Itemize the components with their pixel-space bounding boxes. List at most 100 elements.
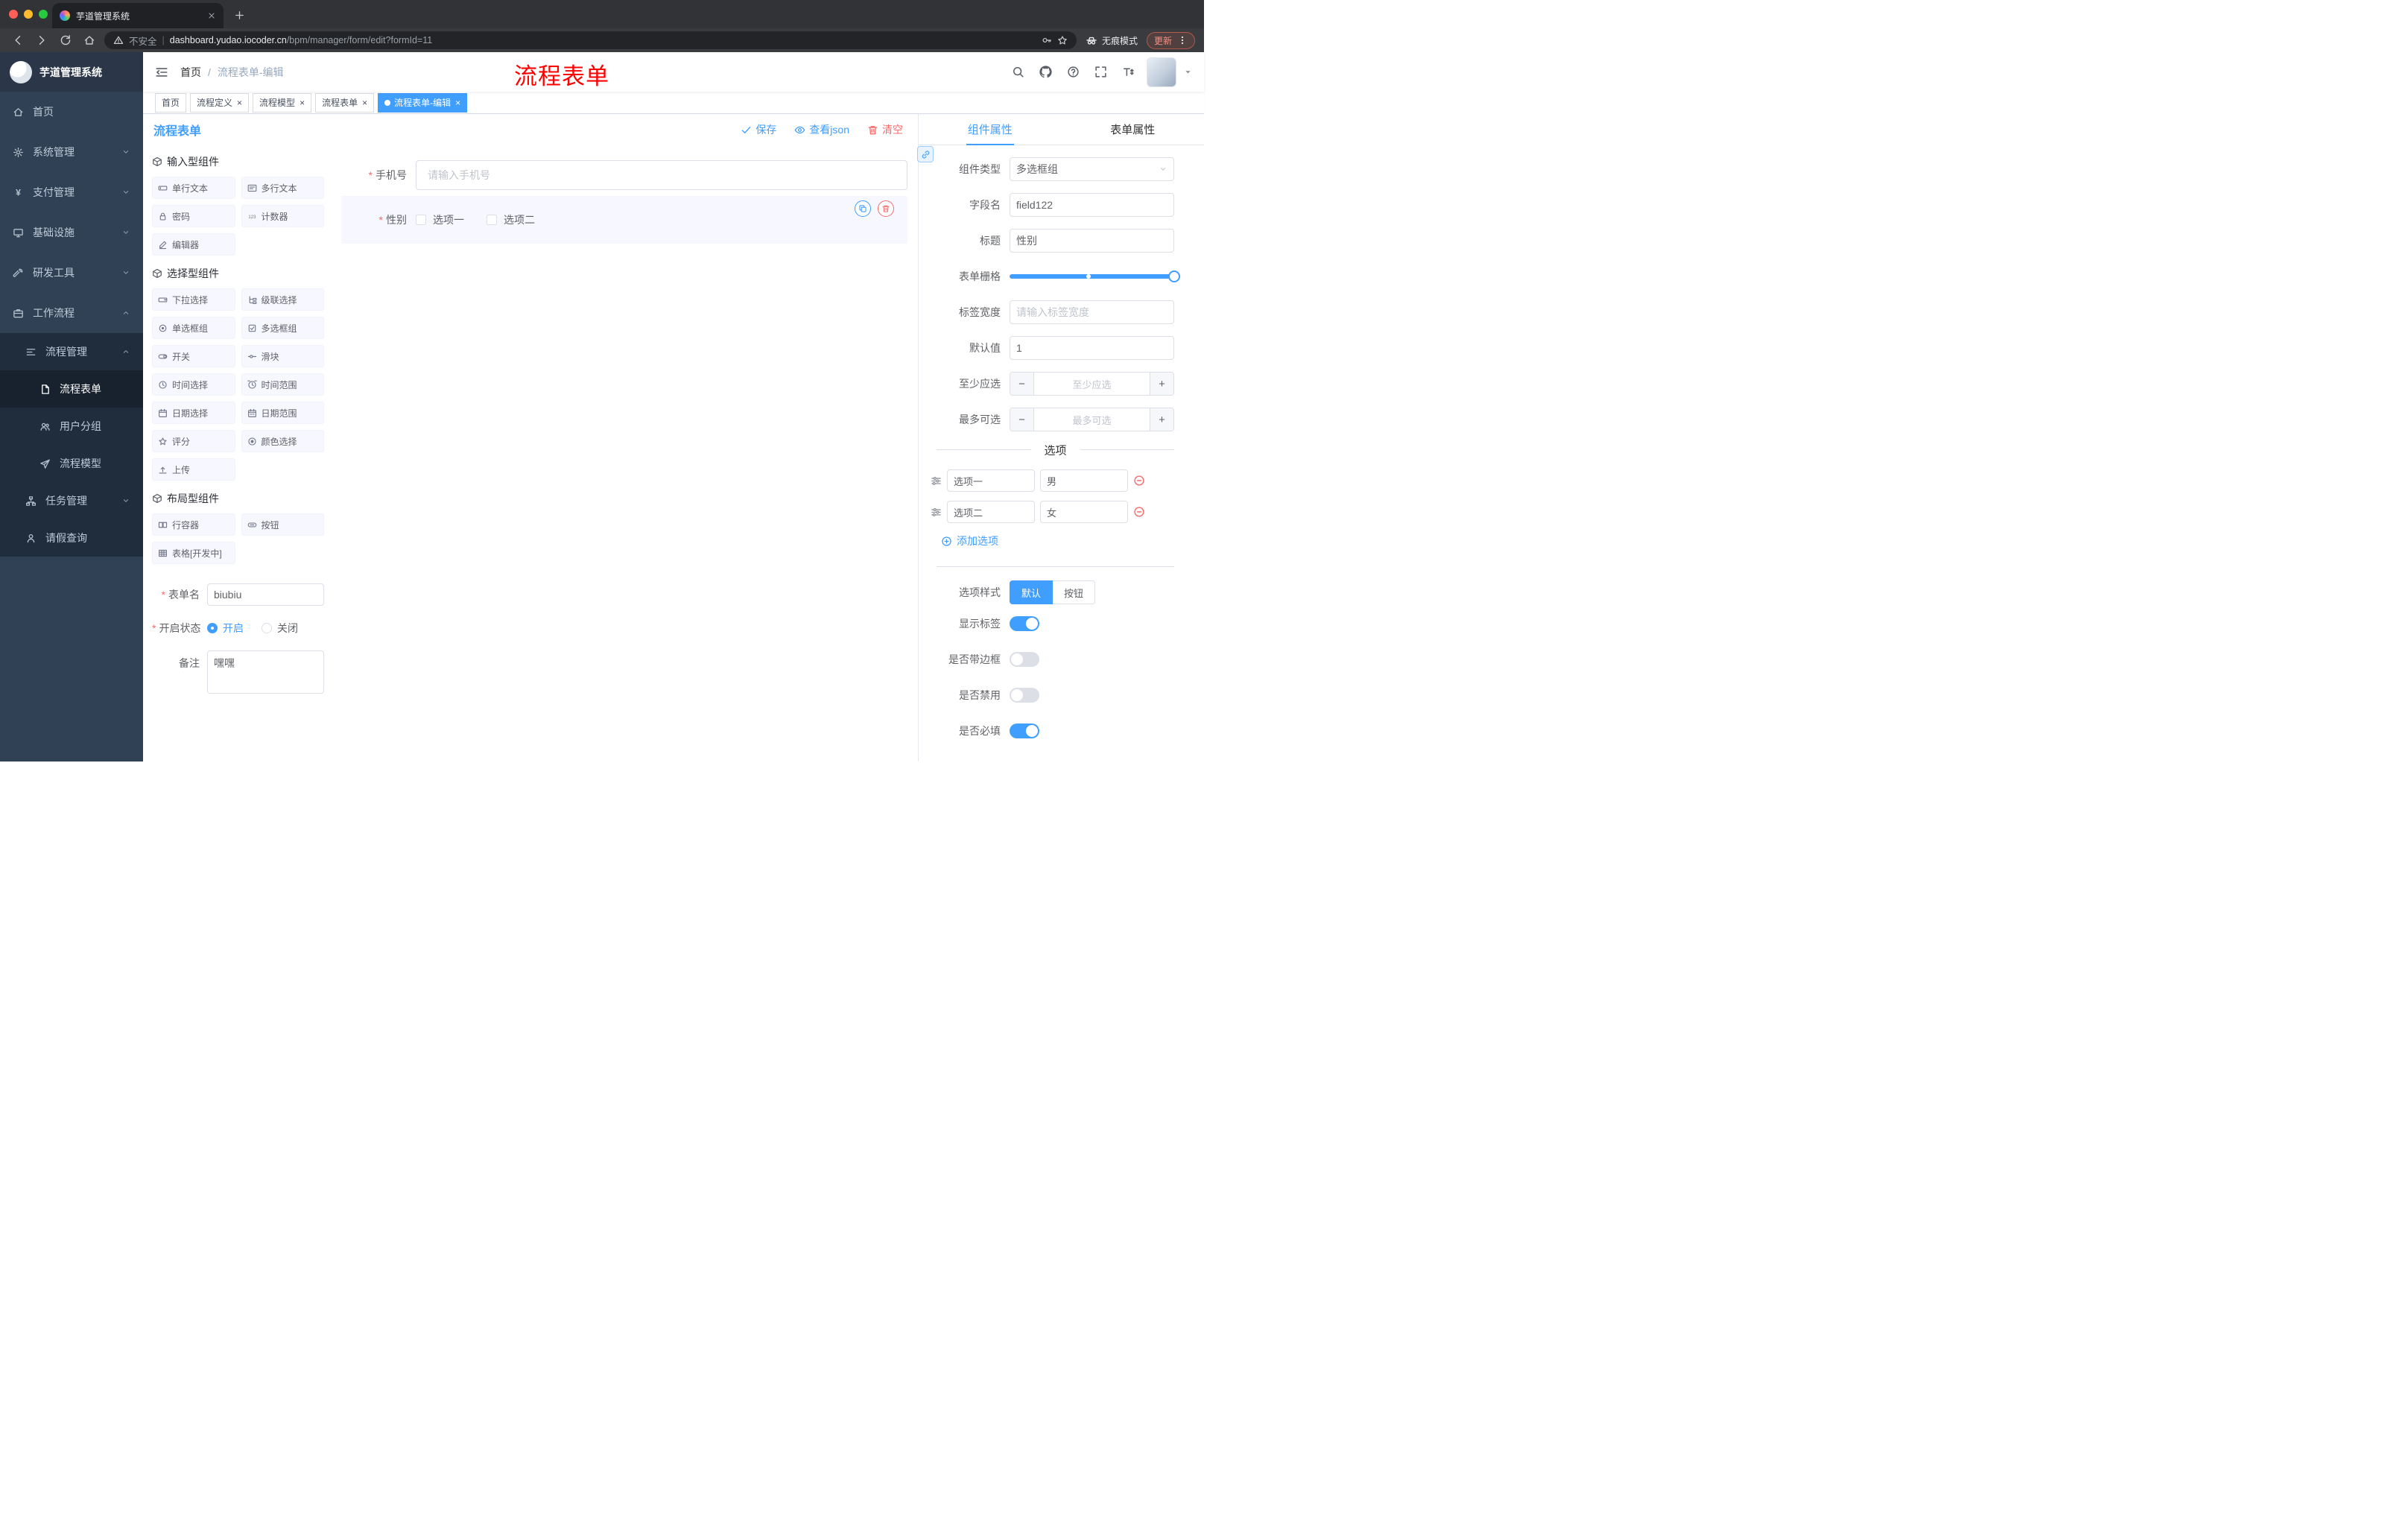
sidebar-item[interactable]: 请假查询 [0, 519, 143, 557]
tag-item[interactable]: 流程表单-编辑 × [378, 92, 468, 113]
help-icon[interactable] [1067, 66, 1080, 78]
label-width-input[interactable] [1010, 300, 1174, 324]
remark-textarea[interactable]: 嘿嘿 [207, 650, 324, 694]
home-button[interactable] [80, 31, 98, 49]
sidebar-item[interactable]: 研发工具 [0, 253, 143, 293]
tab-form-props[interactable]: 表单属性 [1062, 114, 1205, 145]
security-warning-icon[interactable] [113, 35, 124, 45]
tag-close-icon[interactable]: × [362, 98, 367, 108]
toggle-switch[interactable] [1010, 723, 1039, 738]
palette-item[interactable]: 单选框组 [152, 317, 235, 339]
address-bar[interactable]: 不安全 | dashboard.yudao.iocoder.cn/bpm/man… [104, 31, 1077, 49]
palette-item[interactable]: 滑块 [241, 345, 324, 367]
copy-field-button[interactable] [855, 200, 871, 217]
sidebar-item[interactable]: 系统管理 [0, 132, 143, 172]
tag-close-icon[interactable]: × [237, 98, 242, 108]
search-icon[interactable] [1012, 66, 1024, 78]
increase-button[interactable]: + [1150, 408, 1173, 431]
font-size-icon[interactable] [1122, 66, 1135, 78]
sidebar-item[interactable]: 基础设施 [0, 212, 143, 253]
slider-handle[interactable] [1168, 270, 1180, 282]
canvas-field-phone[interactable]: 手机号 [341, 160, 907, 190]
forward-button[interactable] [33, 31, 51, 49]
new-tab-button[interactable] [234, 10, 245, 21]
option-name-input[interactable] [947, 501, 1035, 523]
close-window-button[interactable] [9, 10, 18, 19]
remove-option-icon[interactable] [1133, 475, 1145, 487]
palette-item[interactable]: 日期范围 [241, 402, 324, 424]
palette-item[interactable]: 评分 [152, 430, 235, 452]
palette-item[interactable]: 多行文本 [241, 177, 324, 199]
component-type-select[interactable]: 多选框组 [1010, 157, 1174, 181]
min-select-placeholder[interactable]: 至少应选 [1034, 373, 1150, 395]
form-name-input[interactable] [207, 583, 324, 606]
status-on-radio[interactable]: 开启 [207, 621, 244, 636]
status-off-radio[interactable]: 关闭 [262, 621, 298, 636]
palette-item[interactable]: 下拉选择 [152, 288, 235, 311]
slider-track[interactable] [1010, 270, 1180, 282]
github-icon[interactable] [1039, 66, 1052, 78]
palette-item[interactable]: 编辑器 [152, 233, 235, 256]
checkbox-option[interactable]: 选项一 [416, 212, 464, 227]
decrease-button[interactable]: − [1010, 373, 1034, 395]
fullscreen-icon[interactable] [1094, 66, 1107, 78]
tag-item[interactable]: 流程模型 × [253, 92, 312, 113]
minimize-window-button[interactable] [24, 10, 33, 19]
option-value-input[interactable] [1040, 501, 1128, 523]
add-option-button[interactable]: 添加选项 [941, 533, 998, 548]
option-style-default[interactable]: 默认 [1010, 580, 1054, 604]
view-json-button[interactable]: 查看json [794, 122, 849, 137]
toggle-switch[interactable] [1010, 688, 1039, 703]
field-name-input[interactable] [1010, 193, 1174, 217]
toggle-switch[interactable] [1010, 652, 1039, 667]
palette-item[interactable]: 密码 [152, 205, 235, 227]
palette-item[interactable]: 123 计数器 [241, 205, 324, 227]
palette-item[interactable]: 按钮 [241, 513, 324, 536]
palette-item[interactable]: 行容器 [152, 513, 235, 536]
delete-field-button[interactable] [878, 200, 894, 217]
clear-button[interactable]: 清空 [867, 122, 903, 137]
phone-input[interactable] [416, 160, 907, 190]
palette-item[interactable]: 日期选择 [152, 402, 235, 424]
password-key-icon[interactable] [1042, 35, 1052, 45]
sidebar-item[interactable]: ¥ 支付管理 [0, 172, 143, 212]
sidebar-item[interactable]: 用户分组 [0, 408, 143, 445]
user-avatar[interactable] [1147, 57, 1176, 87]
sidebar-item[interactable]: 首页 [0, 92, 143, 132]
bookmark-star-icon[interactable] [1057, 35, 1068, 45]
increase-button[interactable]: + [1150, 373, 1173, 395]
back-button[interactable] [9, 31, 27, 49]
grid-slider[interactable] [1010, 265, 1180, 288]
remove-option-icon[interactable] [1133, 506, 1145, 518]
reload-button[interactable] [57, 31, 75, 49]
link-badge[interactable] [917, 146, 934, 162]
title-input[interactable] [1010, 229, 1174, 253]
save-button[interactable]: 保存 [741, 122, 776, 137]
avatar-caret-icon[interactable] [1184, 68, 1192, 76]
tag-item[interactable]: 首页 [155, 92, 187, 113]
palette-item[interactable]: 级联选择 [241, 288, 324, 311]
tab-component-props[interactable]: 组件属性 [919, 114, 1062, 145]
palette-item[interactable]: 时间选择 [152, 373, 235, 396]
palette-item[interactable]: 单行文本 [152, 177, 235, 199]
update-button[interactable]: 更新 [1146, 31, 1195, 49]
tab-close-icon[interactable] [207, 11, 216, 20]
browser-menu-icon[interactable] [1177, 35, 1188, 45]
palette-item[interactable]: 时间范围 [241, 373, 324, 396]
tag-item[interactable]: 流程表单 × [315, 92, 375, 113]
zoom-window-button[interactable] [39, 10, 48, 19]
sidebar-logo[interactable]: 芋道管理系统 [0, 52, 143, 92]
palette-item[interactable]: 多选框组 [241, 317, 324, 339]
option-value-input[interactable] [1040, 469, 1128, 492]
form-canvas[interactable]: 手机号 性别 选项一 选项二 [331, 145, 918, 762]
palette-item[interactable]: 颜色选择 [241, 430, 324, 452]
decrease-button[interactable]: − [1010, 408, 1034, 431]
sidebar-item[interactable]: 任务管理 [0, 482, 143, 519]
tag-close-icon[interactable]: × [300, 98, 305, 108]
canvas-field-gender[interactable]: 性别 选项一 选项二 [341, 196, 907, 244]
drag-handle-icon[interactable] [931, 507, 942, 518]
sidebar-item[interactable]: 流程模型 [0, 445, 143, 482]
drag-handle-icon[interactable] [931, 475, 942, 487]
palette-item[interactable]: 表格[开发中] [152, 542, 235, 564]
tag-item[interactable]: 流程定义 × [190, 92, 250, 113]
